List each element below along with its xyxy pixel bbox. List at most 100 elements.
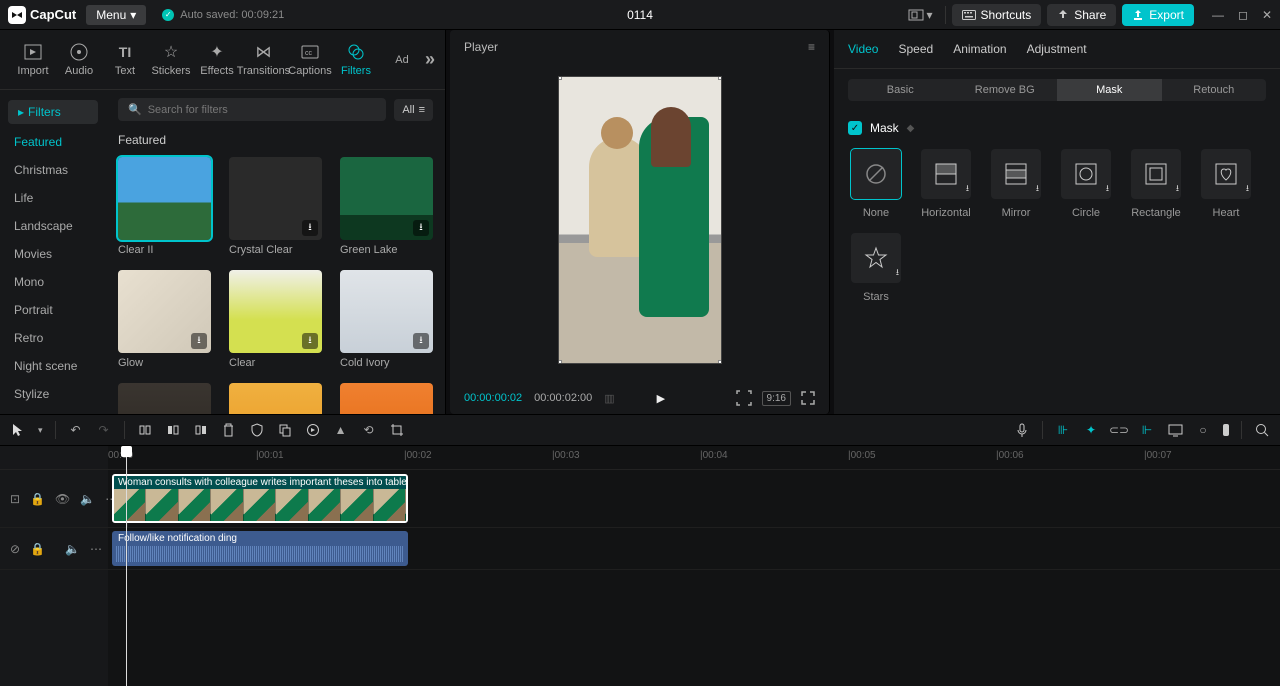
timeline-ruler[interactable]: 00:00|00:01|00:02|00:03|00:04|00:05|00:0… xyxy=(108,446,1280,470)
zoom-slider[interactable] xyxy=(1223,424,1229,436)
tab-ad[interactable]: Ad xyxy=(379,50,425,70)
aspect-ratio-badge[interactable]: 9:16 xyxy=(762,391,791,406)
monitor-button[interactable] xyxy=(1167,422,1183,438)
download-icon[interactable]: ⭳ xyxy=(191,333,207,349)
audio-track-icon[interactable]: ⊘ xyxy=(10,542,20,556)
preview-snap-button[interactable]: ⊩ xyxy=(1139,422,1155,438)
subtab-mask[interactable]: Mask xyxy=(1057,79,1162,101)
tab-audio[interactable]: Audio xyxy=(56,38,102,81)
download-icon[interactable]: ⭳ xyxy=(302,333,318,349)
compare-icon[interactable]: ▥ xyxy=(604,392,614,405)
category-featured[interactable]: Featured xyxy=(0,128,106,156)
category-landscape[interactable]: Landscape xyxy=(0,212,106,240)
fullscreen-button[interactable] xyxy=(801,391,815,405)
video-frame[interactable] xyxy=(558,76,722,364)
audio-more-icon[interactable]: ⋯ xyxy=(90,542,102,556)
resize-handle-br[interactable] xyxy=(718,360,722,364)
category-portrait[interactable]: Portrait xyxy=(0,296,106,324)
rp-tab-speed[interactable]: Speed xyxy=(898,42,933,56)
category-stylize[interactable]: Stylize xyxy=(0,380,106,408)
filter-item[interactable]: ⭳Cold Ivory xyxy=(340,270,433,369)
copy-button[interactable] xyxy=(277,422,293,438)
magnet-snap-button[interactable]: ✦ xyxy=(1083,422,1099,438)
audio-clip[interactable]: Follow/like notification ding xyxy=(112,531,408,566)
tab-transitions[interactable]: ⋈Transitions xyxy=(240,38,287,81)
mask-option-mirror[interactable]: ⭳Mirror xyxy=(988,149,1044,219)
filter-all-button[interactable]: All≡ xyxy=(394,99,433,121)
pointer-dropdown[interactable]: ▾ xyxy=(38,425,43,436)
project-title[interactable]: 0114 xyxy=(627,8,653,22)
video-track[interactable]: Woman consults with colleague writes imp… xyxy=(108,470,1280,528)
resize-handle-bl[interactable] xyxy=(558,360,562,364)
crop-button[interactable] xyxy=(389,422,405,438)
magnet-main-button[interactable]: ⊪ xyxy=(1055,422,1071,438)
filter-item[interactable]: Clear II xyxy=(118,157,211,256)
play-button[interactable]: ▶ xyxy=(657,392,665,405)
filter-item[interactable]: ⭳Clear xyxy=(229,270,322,369)
scan-icon[interactable] xyxy=(736,390,752,406)
rp-tab-adjustment[interactable]: Adjustment xyxy=(1027,42,1087,56)
filter-item[interactable]: ⭳ xyxy=(118,383,211,414)
filter-item[interactable]: ⭳Glow xyxy=(118,270,211,369)
search-input[interactable]: 🔍 Search for filters xyxy=(118,98,386,121)
split-right-button[interactable] xyxy=(193,422,209,438)
playhead[interactable] xyxy=(126,446,127,686)
share-button[interactable]: Share xyxy=(1047,4,1116,26)
export-button[interactable]: Export xyxy=(1122,4,1194,26)
tab-effects[interactable]: ✦Effects xyxy=(194,38,240,81)
subtab-removebg[interactable]: Remove BG xyxy=(953,79,1058,101)
shield-icon[interactable] xyxy=(249,422,265,438)
category-movies[interactable]: Movies xyxy=(0,240,106,268)
mask-checkbox[interactable]: ✓ xyxy=(848,121,862,135)
mask-option-rectangle[interactable]: ⭳Rectangle xyxy=(1128,149,1184,219)
download-icon[interactable]: ⭳ xyxy=(413,220,429,236)
tab-captions[interactable]: ccCaptions xyxy=(287,38,333,81)
category-mono[interactable]: Mono xyxy=(0,268,106,296)
filter-item[interactable]: ⭳ xyxy=(340,383,433,414)
rotate-button[interactable]: ⟲ xyxy=(361,422,377,438)
split-button[interactable] xyxy=(137,422,153,438)
delete-button[interactable] xyxy=(221,422,237,438)
tab-filters[interactable]: Filters xyxy=(333,38,379,81)
category-retro[interactable]: Retro xyxy=(0,324,106,352)
category-night-scene[interactable]: Night scene xyxy=(0,352,106,380)
zoom-out-button[interactable]: ○ xyxy=(1195,422,1211,438)
mic-button[interactable] xyxy=(1014,422,1030,438)
maximize-button[interactable]: ◻ xyxy=(1238,8,1248,22)
rp-tab-animation[interactable]: Animation xyxy=(953,42,1006,56)
tabs-more-button[interactable]: » xyxy=(425,49,435,70)
undo-button[interactable]: ↶ xyxy=(68,422,84,438)
rp-tab-video[interactable]: Video xyxy=(848,42,878,56)
tab-text[interactable]: TIText xyxy=(102,38,148,81)
reverse-button[interactable] xyxy=(305,422,321,438)
zoom-fit-button[interactable] xyxy=(1254,422,1270,438)
track-visible-icon[interactable]: 👁 xyxy=(55,492,70,506)
tab-import[interactable]: Import xyxy=(10,38,56,81)
filter-item[interactable]: ⭳Crystal Clear xyxy=(229,157,322,256)
category-filters-pill[interactable]: ▸Filters xyxy=(8,100,98,124)
download-icon[interactable]: ⭳ xyxy=(302,220,318,236)
pointer-tool[interactable] xyxy=(10,422,26,438)
mask-option-circle[interactable]: ⭳Circle xyxy=(1058,149,1114,219)
audio-lock-icon[interactable]: 🔒 xyxy=(30,542,45,556)
mask-option-none[interactable]: None xyxy=(848,149,904,219)
filter-item[interactable]: ⭳Green Lake xyxy=(340,157,433,256)
audio-track[interactable]: Follow/like notification ding xyxy=(108,528,1280,570)
subtab-retouch[interactable]: Retouch xyxy=(1162,79,1267,101)
track-lock-icon[interactable]: 🔒 xyxy=(30,492,45,506)
mask-option-horizontal[interactable]: ⭳Horizontal xyxy=(918,149,974,219)
menu-button[interactable]: Menu ▾ xyxy=(86,5,146,25)
category-life[interactable]: Life xyxy=(0,184,106,212)
mask-option-heart[interactable]: ⭳Heart xyxy=(1198,149,1254,219)
link-button[interactable]: ⊂⊃ xyxy=(1111,422,1127,438)
aspect-dropdown[interactable]: ▾ xyxy=(902,4,939,26)
mask-option-stars[interactable]: ⭳Stars xyxy=(848,233,904,303)
tab-stickers[interactable]: ☆Stickers xyxy=(148,38,194,81)
download-icon[interactable]: ⭳ xyxy=(413,333,429,349)
player-viewport[interactable] xyxy=(450,64,829,382)
mirror-button[interactable]: ▲ xyxy=(333,422,349,438)
subtab-basic[interactable]: Basic xyxy=(848,79,953,101)
resize-handle-tl[interactable] xyxy=(558,76,562,80)
resize-handle-tr[interactable] xyxy=(718,76,722,80)
redo-button[interactable]: ↷ xyxy=(96,422,112,438)
